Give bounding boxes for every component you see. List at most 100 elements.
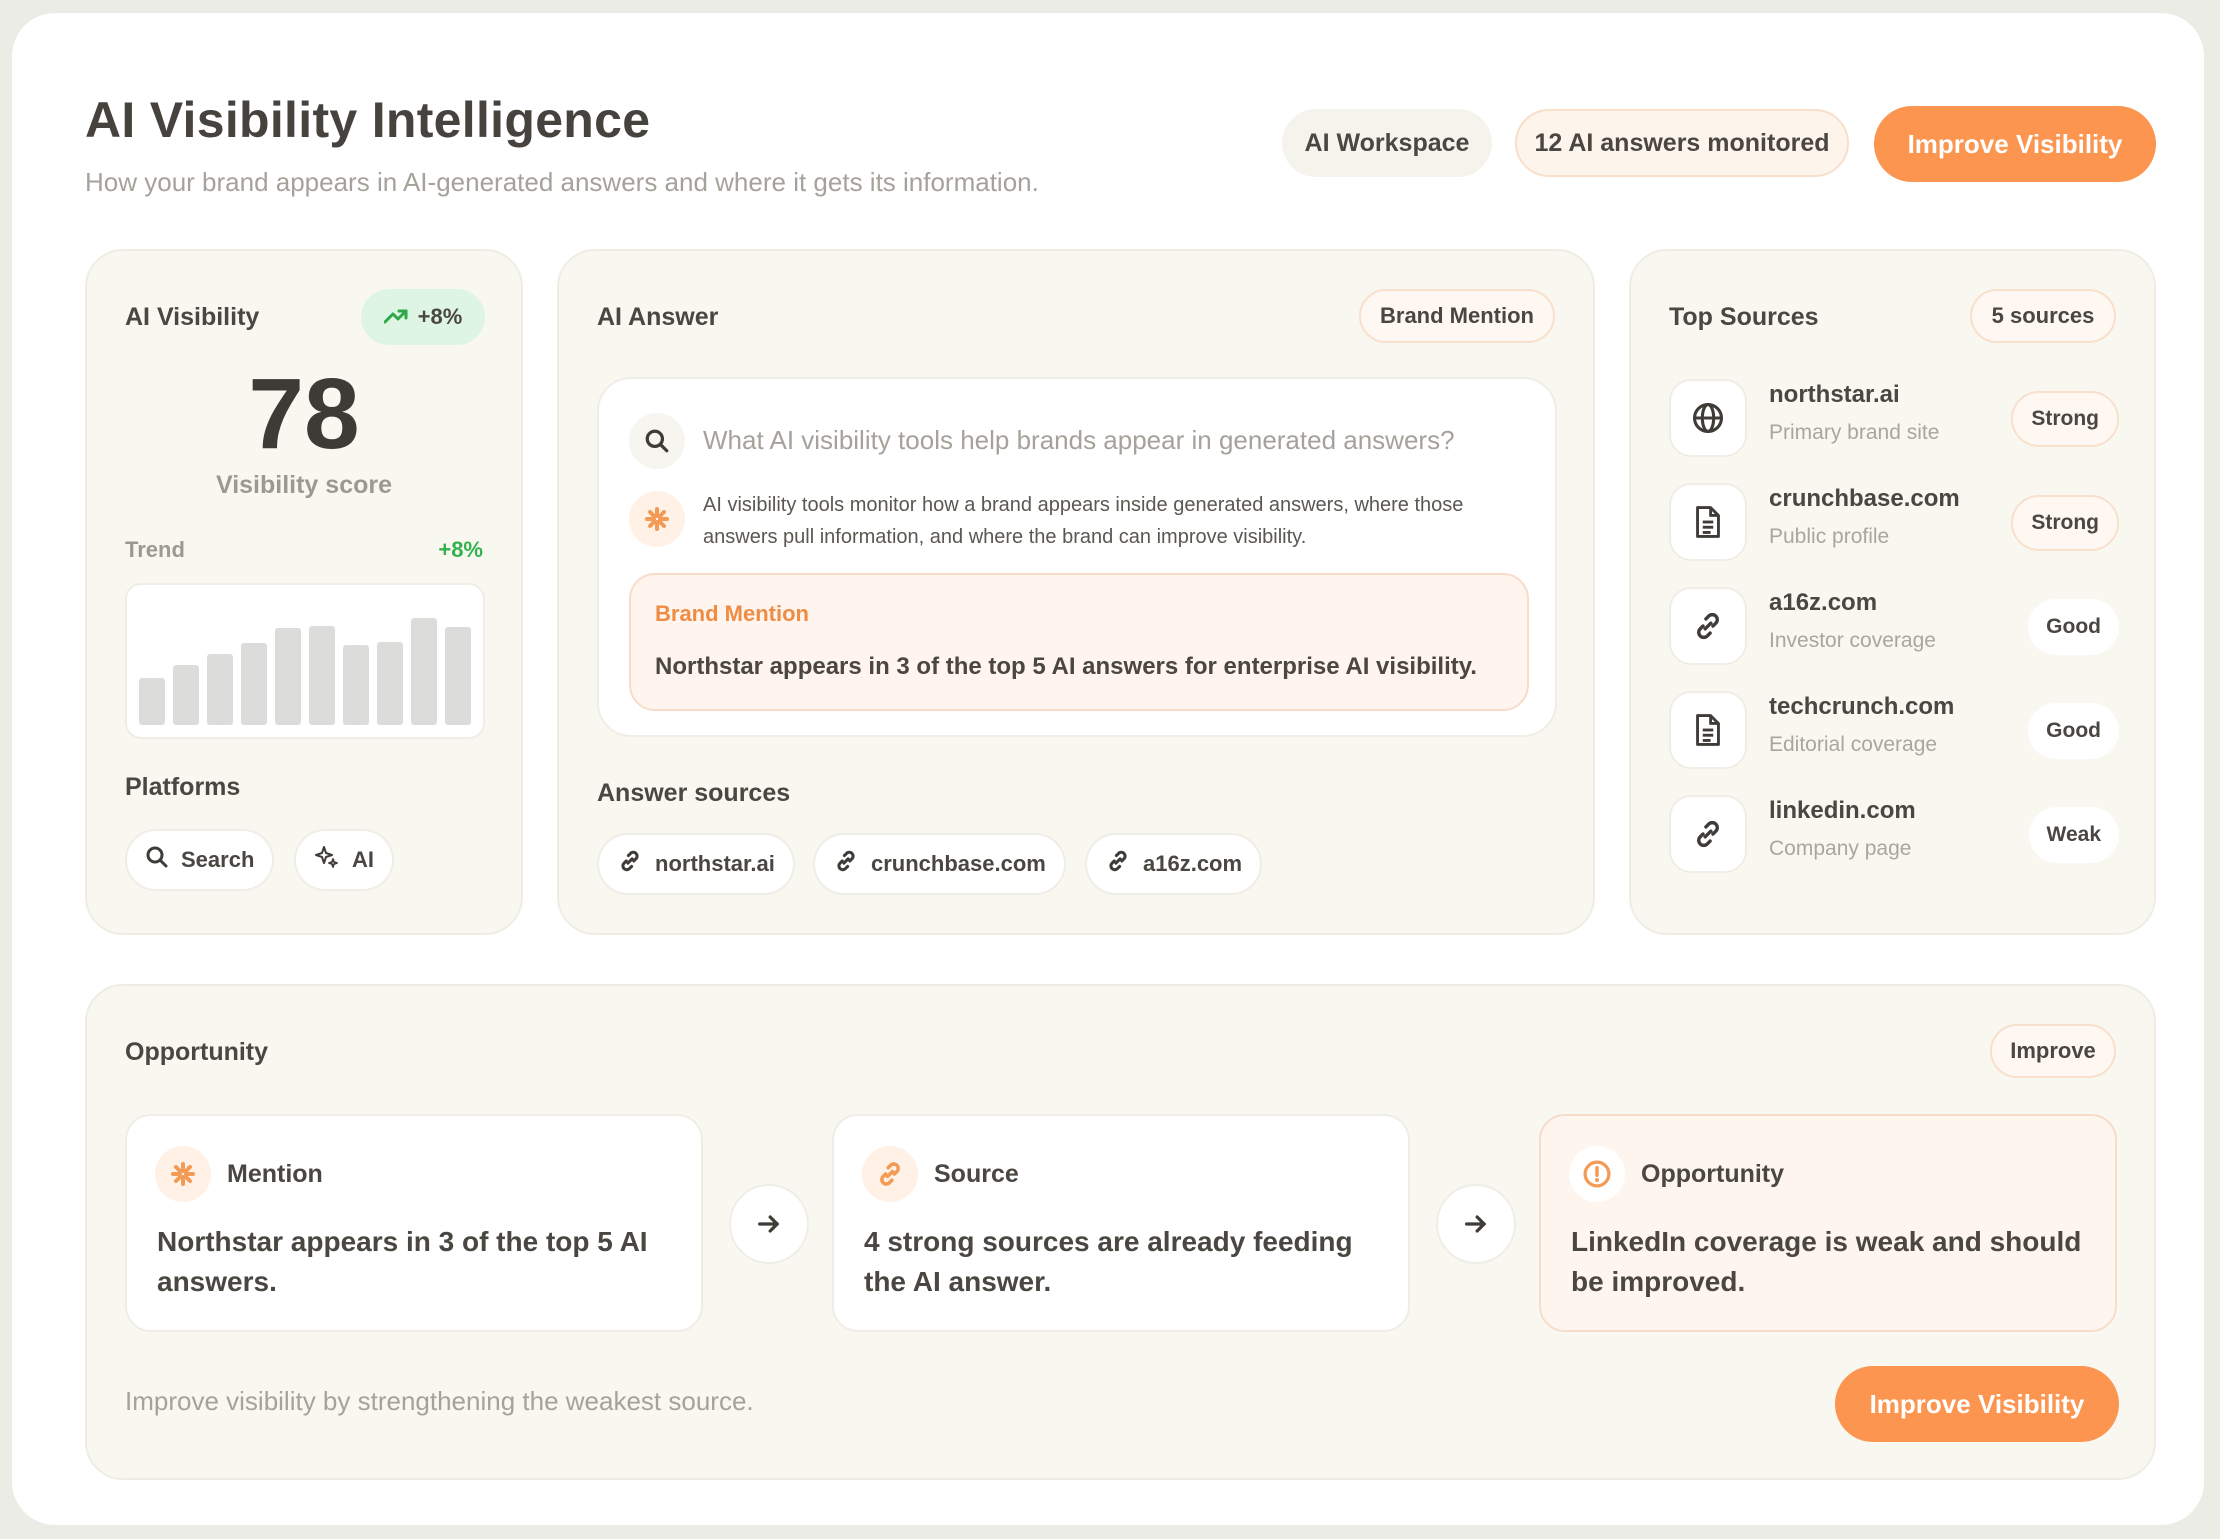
trend-bar xyxy=(343,645,369,725)
link-icon xyxy=(862,1146,918,1202)
answer-source-label: crunchbase.com xyxy=(871,851,1046,876)
visibility-score: 78 xyxy=(248,358,360,470)
source-name: linkedin.com xyxy=(1769,797,1916,824)
brand-mention-text: Northstar appears in 3 of the top 5 AI a… xyxy=(655,653,1477,680)
opportunity-card-title: Opportunity xyxy=(125,1038,269,1066)
source-description: Editorial coverage xyxy=(1769,733,1938,756)
improve-visibility-button-footer[interactable]: Improve Visibility xyxy=(1835,1366,2119,1442)
source-description: Company page xyxy=(1769,837,1912,860)
app-frame: AI Visibility Intelligence How your bran… xyxy=(11,12,2205,1526)
visibility-card-title: AI Visibility xyxy=(125,303,260,331)
document-icon xyxy=(1669,691,1747,769)
brand-mention-tag[interactable]: Brand Mention xyxy=(1359,289,1555,343)
source-name: techcrunch.com xyxy=(1769,693,1955,720)
source-row-a16z[interactable]: a16z.com Investor coverage Good xyxy=(1669,585,2119,665)
platform-chip-ai[interactable]: AI xyxy=(294,829,394,891)
source-name: northstar.ai xyxy=(1769,381,1900,408)
answer-source-label: a16z.com xyxy=(1143,851,1243,876)
ai-answer-card-title: AI Answer xyxy=(597,303,719,331)
opportunity-step-title: Opportunity xyxy=(1641,1160,1785,1188)
trend-bar xyxy=(173,665,199,725)
trend-chart xyxy=(125,583,485,739)
platforms-label: Platforms xyxy=(125,773,241,801)
platform-chip-search[interactable]: Search xyxy=(125,829,275,891)
trending-up-icon xyxy=(383,304,408,330)
trend-label: Trend xyxy=(125,537,185,562)
trend-bar xyxy=(411,618,437,725)
brand-mention-callout: Brand Mention Northstar appears in 3 of … xyxy=(629,573,1529,711)
answer-question: What AI visibility tools help brands app… xyxy=(703,425,1455,455)
link-icon xyxy=(1669,587,1747,665)
opportunity-step-source: Source 4 strong sources are already feed… xyxy=(832,1114,1410,1332)
alert-icon xyxy=(1569,1146,1625,1202)
link-icon xyxy=(833,848,859,880)
visibility-delta-badge: +8% xyxy=(361,289,485,345)
ai-answer-card: AI Answer Brand Mention What AI visibili… xyxy=(557,249,1595,935)
opportunity-step-text: Northstar appears in 3 of the top 5 AI a… xyxy=(157,1226,648,1297)
top-sources-card: Top Sources 5 sources northstar.ai Prima… xyxy=(1629,249,2156,935)
arrow-right-icon xyxy=(1436,1184,1516,1264)
trend-bar xyxy=(207,654,233,725)
opportunity-step-title: Source xyxy=(934,1160,1019,1188)
globe-icon xyxy=(1669,379,1747,457)
platform-chip-label: AI xyxy=(352,847,374,872)
source-description: Investor coverage xyxy=(1769,629,1936,652)
source-row-crunchbase[interactable]: crunchbase.com Public profile Strong xyxy=(1669,481,2119,561)
trend-delta: +8% xyxy=(438,537,483,562)
sparkle-icon xyxy=(629,491,685,547)
trend-bar xyxy=(445,627,471,725)
answer-source-label: northstar.ai xyxy=(655,851,775,876)
opportunity-step-opportunity: Opportunity LinkedIn coverage is weak an… xyxy=(1539,1114,2117,1332)
workspace-pill[interactable]: AI Workspace xyxy=(1282,109,1492,177)
top-sources-card-title: Top Sources xyxy=(1669,303,1819,331)
page-subtitle: How your brand appears in AI-generated a… xyxy=(85,167,1039,197)
visibility-delta-value: +8% xyxy=(417,304,463,329)
sparkle-icon xyxy=(155,1146,211,1202)
source-name: crunchbase.com xyxy=(1769,485,1960,512)
search-icon xyxy=(145,845,169,875)
platform-chip-label: Search xyxy=(181,847,255,872)
visibility-score-label: Visibility score xyxy=(215,471,392,499)
trend-bar xyxy=(377,642,403,725)
source-name: a16z.com xyxy=(1769,589,1878,616)
opportunity-step-text: 4 strong sources are already feeding the… xyxy=(864,1226,1353,1297)
link-icon xyxy=(1105,848,1131,880)
source-description: Public profile xyxy=(1769,525,1890,548)
page-title: AI Visibility Intelligence xyxy=(85,92,651,148)
source-strength-badge: Strong xyxy=(2011,495,2119,551)
answer-response: AI visibility tools monitor how a brand … xyxy=(703,494,1464,548)
source-row-northstar[interactable]: northstar.ai Primary brand site Strong xyxy=(1669,377,2119,457)
search-icon xyxy=(629,413,685,469)
opportunity-card: Opportunity Improve Mention Northstar ap… xyxy=(85,984,2156,1480)
brand-mention-title: Brand Mention xyxy=(655,601,809,626)
improve-tag[interactable]: Improve xyxy=(1990,1024,2116,1078)
answer-panel: What AI visibility tools help brands app… xyxy=(597,377,1557,737)
document-icon xyxy=(1669,483,1747,561)
link-icon xyxy=(617,848,643,880)
trend-bar xyxy=(139,678,165,725)
visibility-card: AI Visibility +8% 78 Visibility score Tr… xyxy=(85,249,523,935)
opportunity-step-text: LinkedIn coverage is weak and should be … xyxy=(1571,1226,2082,1297)
source-row-techcrunch[interactable]: techcrunch.com Editorial coverage Good xyxy=(1669,689,2119,769)
source-strength-badge: Strong xyxy=(2011,391,2119,447)
arrow-right-icon xyxy=(729,1184,809,1264)
trend-bar xyxy=(309,626,335,725)
answer-source-chip[interactable]: crunchbase.com xyxy=(813,833,1066,895)
answer-sources-label: Answer sources xyxy=(597,779,791,807)
monitored-count-pill[interactable]: 12 AI answers monitored xyxy=(1515,109,1849,177)
sparkle-icon xyxy=(314,844,340,876)
source-description: Primary brand site xyxy=(1769,421,1940,444)
source-row-linkedin[interactable]: linkedin.com Company page Weak xyxy=(1669,793,2119,873)
opportunity-step-mention: Mention Northstar appears in 3 of the to… xyxy=(125,1114,703,1332)
source-strength-badge: Good xyxy=(2028,599,2119,655)
trend-bar xyxy=(275,628,301,725)
answer-source-chip[interactable]: northstar.ai xyxy=(597,833,795,895)
opportunity-step-title: Mention xyxy=(227,1160,323,1188)
answer-source-chip[interactable]: a16z.com xyxy=(1085,833,1263,895)
opportunity-footer-text: Improve visibility by strengthening the … xyxy=(125,1386,754,1416)
trend-bar xyxy=(241,643,267,725)
improve-visibility-button[interactable]: Improve Visibility xyxy=(1874,106,2156,182)
source-strength-badge: Weak xyxy=(2028,807,2119,863)
sources-count-tag[interactable]: 5 sources xyxy=(1970,289,2116,343)
source-strength-badge: Good xyxy=(2028,703,2119,759)
